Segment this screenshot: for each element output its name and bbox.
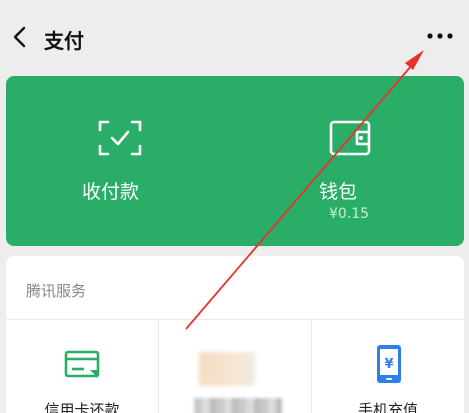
service-credit-card-repay[interactable]: 信用卡还款 [6, 320, 158, 413]
wallet-button[interactable]: 钱包 ¥0.15 [235, 76, 464, 246]
service-mobile-topup[interactable]: ¥ 手机充值 [312, 320, 464, 413]
svg-text:¥: ¥ [384, 357, 393, 372]
chevron-left-icon[interactable] [10, 26, 30, 48]
wallet-label: 钱包 [319, 181, 358, 203]
blurred-icon [199, 352, 255, 386]
top-bar: 支付 [0, 0, 469, 72]
scan-qr-icon [98, 120, 142, 156]
more-dots-icon[interactable] [424, 28, 456, 44]
service-label: 手机充值 [357, 401, 418, 413]
credit-card-icon [64, 350, 100, 378]
collect-pay-label: 收付款 [81, 181, 139, 203]
page-title: 支付 [44, 29, 84, 53]
mobile-topup-icon: ¥ [377, 345, 401, 383]
tencent-services-panel: 腾讯服务 信用卡还款 ¥ 手机充值 [6, 256, 464, 413]
collect-pay-button[interactable]: 收付款 [6, 76, 235, 246]
blurred-label [194, 398, 282, 413]
services-title: 腾讯服务 [26, 282, 87, 300]
wallet-balance: ¥0.15 [329, 206, 370, 222]
wallet-icon [329, 120, 371, 156]
service-label: 信用卡还款 [44, 401, 120, 413]
wallet-card: 收付款 钱包 ¥0.15 [6, 76, 464, 246]
